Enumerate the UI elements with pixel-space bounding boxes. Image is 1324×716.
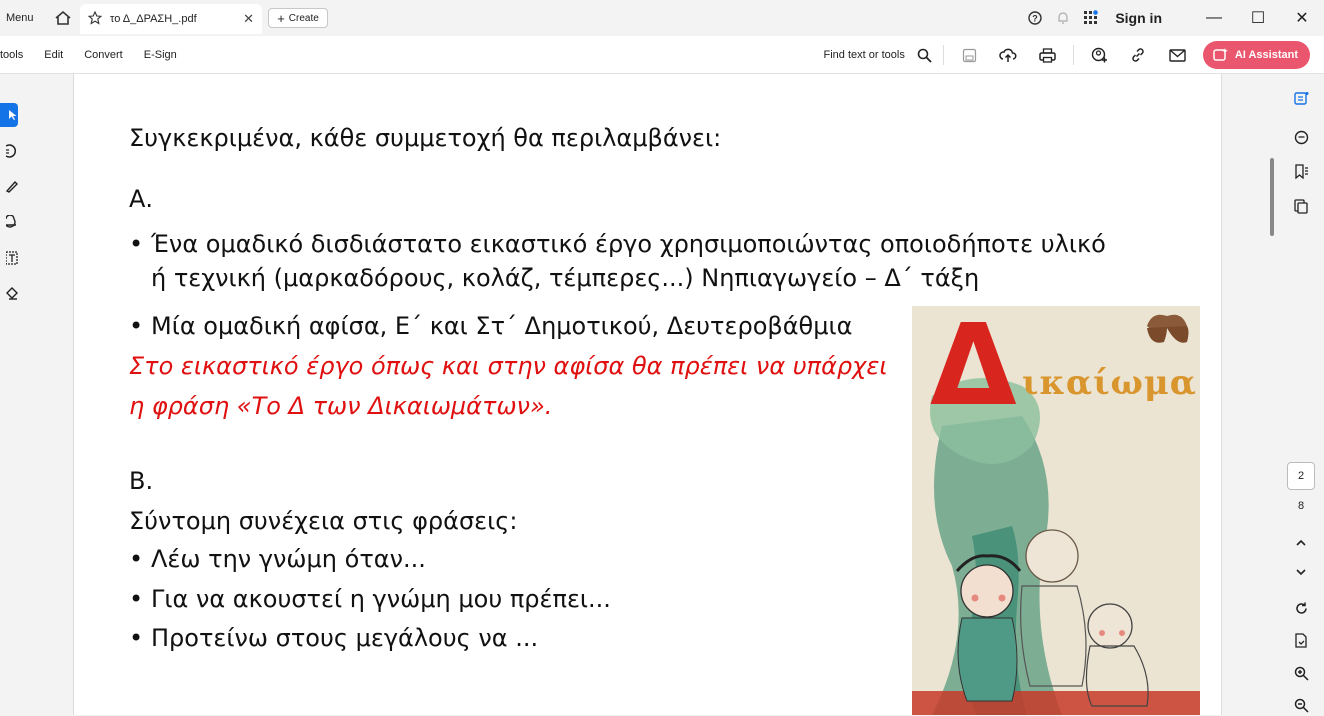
save-icon[interactable]: [950, 48, 989, 63]
svg-text:?: ?: [1033, 14, 1039, 24]
draw-tool-icon[interactable]: [0, 210, 18, 234]
upload-cloud-icon[interactable]: [989, 48, 1028, 63]
print-icon[interactable]: [1028, 47, 1067, 63]
bullet-b1: Λέω την γνώμη όταν...: [151, 545, 426, 573]
select-tool-icon[interactable]: [0, 103, 18, 127]
close-tab-icon[interactable]: ✕: [243, 11, 254, 27]
plus-icon: +: [277, 10, 285, 26]
bullet-marker: •: [129, 585, 144, 613]
generative-summary-icon[interactable]: [1290, 87, 1312, 109]
menu-button[interactable]: Menu: [0, 12, 40, 24]
ai-sparkle-icon: [1213, 48, 1228, 61]
create-label: Create: [288, 12, 319, 24]
vertical-scrollbar-thumb[interactable]: [1270, 158, 1274, 236]
create-button[interactable]: + Create: [268, 8, 328, 28]
menu-convert[interactable]: Convert: [84, 49, 123, 61]
toolbar-divider: [942, 45, 944, 65]
section-a-label: Α.: [129, 185, 154, 213]
pages-thumbnails-icon[interactable]: [1290, 195, 1312, 217]
toolbar-divider: [1072, 45, 1074, 65]
rotate-icon[interactable]: [1290, 597, 1312, 619]
red-note-line2: η φράση «Το Δ των Δικαιωμάτων».: [129, 392, 553, 420]
section-b-intro: Σύντομη συνέχεια στις φράσεις:: [129, 507, 518, 535]
apps-grid-icon[interactable]: [1077, 10, 1105, 26]
stamp-tool-icon[interactable]: [0, 282, 18, 306]
bookmarks-icon[interactable]: [1290, 160, 1312, 182]
sign-in-button[interactable]: Sign in: [1115, 10, 1162, 26]
main-toolbar: tools Edit Convert E-Sign Find text or t…: [0, 36, 1324, 74]
chevron-down-icon[interactable]: [1290, 562, 1312, 584]
help-icon[interactable]: ?: [1021, 11, 1049, 25]
bullet-marker: •: [129, 545, 144, 573]
find-text-label[interactable]: Find text or tools: [824, 49, 905, 61]
bullet-b3: Προτείνω στους μεγάλους να ...: [151, 624, 539, 652]
red-note-line1: Στο εικαστικό έργο όπως και στην αφίσα θ…: [129, 352, 888, 380]
total-pages-label: 8: [1297, 500, 1305, 512]
share-user-icon[interactable]: [1080, 47, 1119, 64]
current-page-input[interactable]: 2: [1287, 462, 1315, 490]
zoom-out-icon[interactable]: [1290, 694, 1312, 716]
ai-assistant-button[interactable]: AI Assistant: [1202, 41, 1310, 69]
zoom-in-icon[interactable]: [1290, 662, 1312, 684]
link-icon[interactable]: [1119, 47, 1158, 63]
bell-icon[interactable]: [1049, 11, 1077, 25]
left-tool-strip: [0, 74, 20, 715]
illustration-word: ικαίωμα: [1022, 363, 1197, 403]
minimize-icon[interactable]: —: [1192, 9, 1236, 27]
menu-edit[interactable]: Edit: [44, 49, 63, 61]
text-box-tool-icon[interactable]: [0, 246, 18, 270]
bullet-a1-line2: ή τεχνική (μαρκαδόρους, κολάζ, τέμπερες.…: [151, 264, 980, 292]
bullet-a2: Μία ομαδική αφίσα, Ε΄ και Στ΄ Δημοτικού,…: [151, 312, 853, 340]
menu-tools[interactable]: tools: [0, 49, 23, 61]
bullet-a1-line1: Ένα ομαδικό δισδιάστατο εικαστικό έργο χ…: [151, 230, 1106, 258]
comment-tool-icon[interactable]: [0, 139, 18, 163]
comments-panel-icon[interactable]: [1290, 126, 1312, 148]
document-tab[interactable]: το Δ_ΔΡΑΣΗ_.pdf ✕: [80, 4, 262, 34]
star-icon[interactable]: [87, 10, 103, 28]
page-display-icon[interactable]: [1290, 629, 1312, 651]
bullet-marker: •: [129, 624, 144, 652]
search-icon[interactable]: [913, 48, 937, 63]
mail-icon[interactable]: [1158, 48, 1197, 62]
bullet-marker: •: [129, 312, 144, 340]
ai-assistant-label: AI Assistant: [1234, 49, 1298, 61]
home-icon[interactable]: [48, 10, 78, 26]
dikaioma-illustration: Δ ικαίωμα: [912, 306, 1200, 715]
menu-esign[interactable]: E-Sign: [144, 49, 177, 61]
toolbar-right: Find text or tools AI Assistant: [824, 36, 1310, 74]
section-b-label: Β.: [129, 467, 154, 495]
pen-tool-icon[interactable]: [0, 174, 18, 198]
maximize-icon[interactable]: ☐: [1236, 8, 1280, 28]
bullet-marker: •: [129, 230, 144, 258]
chevron-up-icon[interactable]: [1290, 531, 1312, 553]
tab-title: το Δ_ΔΡΑΣΗ_.pdf: [110, 13, 197, 25]
content-heading: Συγκεκριμένα, κάθε συμμετοχή θα περιλαμβ…: [129, 124, 722, 152]
bullet-b2: Για να ακουστεί η γνώμη μου πρέπει...: [151, 585, 611, 613]
illustration-big-letter: Δ: [930, 306, 1017, 431]
titlebar-right: ? Sign in — ☐ ✕: [1021, 0, 1324, 36]
close-window-icon[interactable]: ✕: [1280, 8, 1324, 28]
